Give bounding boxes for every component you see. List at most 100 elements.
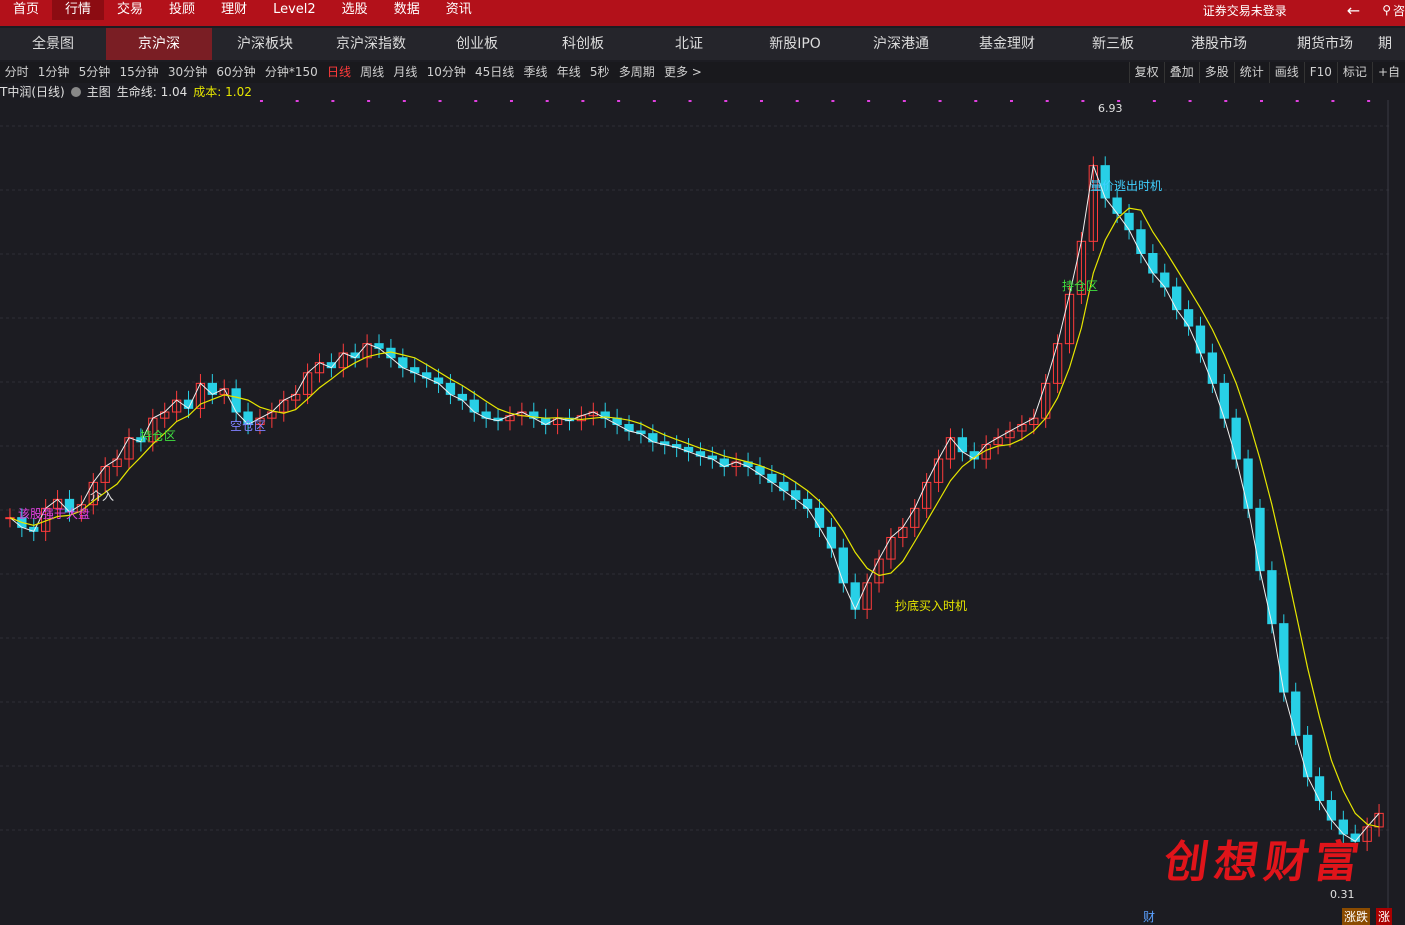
period-tab-7[interactable]: 日线: [322, 62, 355, 83]
market-tab-0[interactable]: 全景图: [0, 28, 106, 60]
candle-body: [445, 382, 456, 395]
signal-dot: [938, 100, 942, 102]
top-menu-item-3[interactable]: 投顾: [156, 0, 208, 20]
period-tab-15[interactable]: 多周期: [614, 62, 659, 83]
top-menu-item-4[interactable]: 理财: [208, 0, 260, 20]
search-icon[interactable]: ⚲: [1382, 3, 1391, 17]
market-tab-5[interactable]: 科创板: [530, 28, 636, 60]
period-tab-2[interactable]: 5分钟: [74, 62, 115, 83]
period-tab-3[interactable]: 15分钟: [115, 62, 163, 83]
signal-dot: [1081, 100, 1085, 102]
signal-dot: [545, 100, 549, 102]
market-tab-8[interactable]: 沪深港通: [848, 28, 954, 60]
chart-tool-6[interactable]: 标记: [1336, 62, 1372, 83]
candle-body: [957, 437, 968, 453]
signal-dot: [652, 100, 656, 102]
candle-body: [1112, 197, 1122, 214]
period-tab-11[interactable]: 45日线: [470, 62, 518, 83]
candle-body: [1291, 691, 1301, 736]
candle-body: [1160, 272, 1170, 288]
chart-tool-7[interactable]: +自: [1371, 62, 1405, 83]
top-menu-item-5[interactable]: Level2: [260, 0, 329, 20]
arrow-left-icon[interactable]: ←: [1347, 1, 1360, 20]
candle-body: [1148, 253, 1158, 274]
candle-body: [1302, 734, 1313, 778]
chart-tool-1[interactable]: 叠加: [1163, 62, 1199, 83]
candle-body: [1195, 325, 1206, 354]
period-tab-1[interactable]: 1分钟: [33, 62, 74, 83]
period-tab-9[interactable]: 月线: [389, 62, 422, 83]
period-tab-6[interactable]: 分钟*150: [260, 62, 322, 83]
signal-dot: [795, 100, 799, 102]
candle-body: [1207, 352, 1218, 384]
signal-dot: [867, 100, 871, 102]
signal-dot: [438, 100, 442, 102]
candle-body: [755, 466, 765, 475]
period-tab-12[interactable]: 季线: [519, 62, 552, 83]
signal-dot: [367, 100, 371, 102]
market-tab-10[interactable]: 新三板: [1060, 28, 1166, 60]
top-menu-item-7[interactable]: 数据: [381, 0, 433, 20]
signal-dot: [295, 100, 299, 102]
bottom-tag-right[interactable]: 涨: [1376, 908, 1393, 925]
chart-tool-3[interactable]: 统计: [1233, 62, 1269, 83]
top-menu: 首页 行情 交易 投顾 理财 Level2 选股 数据 资讯: [0, 0, 485, 26]
main-chart-label[interactable]: 主图: [87, 84, 111, 100]
market-tab-1[interactable]: 京沪深: [106, 28, 212, 60]
candle-body: [850, 582, 860, 610]
top-menu-item-1[interactable]: 行情: [52, 0, 105, 20]
top-menu-item-6[interactable]: 选股: [329, 0, 381, 20]
market-tab-2[interactable]: 沪深板块: [212, 28, 318, 60]
period-tab-13[interactable]: 年线: [552, 62, 585, 83]
market-tab-11[interactable]: 港股市场: [1166, 28, 1272, 60]
signal-dot: [902, 100, 906, 102]
annotation-label: 持仓区: [140, 428, 176, 443]
signal-dot: [724, 100, 728, 102]
top-menu-item-2[interactable]: 交易: [104, 0, 156, 20]
bottom-tag-mid[interactable]: 涨跌: [1342, 908, 1371, 925]
signal-dot: [581, 100, 585, 102]
login-status[interactable]: 证券交易未登录: [1203, 2, 1287, 19]
annotation-label: 空仓区: [230, 419, 266, 433]
candle-body: [624, 424, 634, 432]
signal-dot: [1295, 100, 1299, 102]
chart-tool-2[interactable]: 多股: [1198, 62, 1234, 83]
top-menu-item-0[interactable]: 首页: [0, 0, 52, 20]
chart-info-bar: T中润(日线) 主图 生命线: 1.04 成本: 1.02: [0, 84, 252, 100]
bottom-tag-left[interactable]: 财: [1143, 908, 1155, 925]
chart-tool-5[interactable]: F10: [1303, 62, 1337, 83]
candle-body: [767, 473, 777, 483]
period-tab-4[interactable]: 30分钟: [163, 62, 211, 83]
candle-body: [398, 357, 408, 369]
candle-body: [1171, 286, 1182, 311]
candle-body: [1243, 458, 1253, 509]
period-tab-14[interactable]: 5秒: [585, 62, 614, 83]
period-tabs: 分时 1分钟 5分钟 15分钟 30分钟 60分钟 分钟*150 日线 周线 月线 10分钟 45日线…: [0, 62, 706, 83]
signal-dot: [1224, 100, 1228, 102]
signal-dot: [1188, 100, 1192, 102]
market-tab-4[interactable]: 创业板: [424, 28, 530, 60]
top-menu-item-8[interactable]: 资讯: [433, 0, 485, 20]
period-tab-5[interactable]: 60分钟: [212, 62, 260, 83]
annotation-label: 该股强于大盘: [18, 506, 90, 521]
market-tab-6[interactable]: 北证: [636, 28, 742, 60]
candle-body: [481, 411, 491, 419]
market-tab-13[interactable]: 期: [1378, 28, 1405, 60]
market-tab-7[interactable]: 新股IPO: [742, 28, 848, 60]
market-tab-9[interactable]: 基金理财: [954, 28, 1060, 60]
period-tab-8[interactable]: 周线: [356, 62, 389, 83]
search-label[interactable]: 咨: [1393, 2, 1405, 19]
period-tab-16[interactable]: 更多 >: [659, 62, 706, 83]
indicator-toggle-icon[interactable]: [70, 87, 81, 97]
chart-tool-4[interactable]: 画线: [1268, 62, 1304, 83]
signal-dot: [1009, 100, 1013, 102]
period-tab-0[interactable]: 分时: [0, 62, 33, 83]
period-tab-10[interactable]: 10分钟: [422, 62, 470, 83]
signal-dot: [1331, 100, 1335, 102]
market-tab-12[interactable]: 期货市场: [1272, 28, 1378, 60]
chart-tool-0[interactable]: 复权: [1128, 62, 1164, 83]
market-tab-3[interactable]: 京沪深指数: [318, 28, 424, 60]
life-line: [9, 163, 1380, 843]
high-price-label: 6.93: [1098, 102, 1123, 115]
kline-chart[interactable]: 该股强于大盘介入持仓区空仓区抄底买入时机量价逃出时机持仓区6.930.31: [0, 100, 1390, 921]
